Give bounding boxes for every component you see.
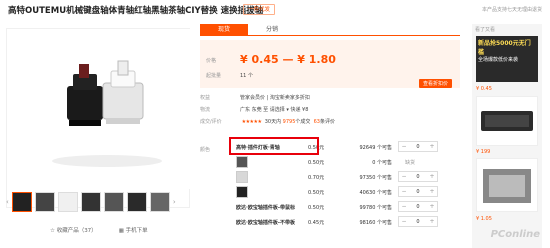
favorite-link[interactable]: ☆ 收藏产品（37） xyxy=(50,226,97,234)
minus-icon[interactable]: − xyxy=(399,188,409,195)
minus-icon[interactable]: − xyxy=(399,218,409,225)
sku-swatch[interactable] xyxy=(236,156,248,168)
sku-row[interactable]: 欧达·欧宝轴插件板-不带板 0.45元 98160 个可售 −0 + xyxy=(200,215,470,229)
sku-swatch[interactable] xyxy=(236,186,248,198)
minus-icon[interactable]: − xyxy=(399,203,409,210)
image-footer: ☆ 收藏产品（37） ▦ 手机下单 xyxy=(50,226,148,234)
sku-row[interactable]: 0.50元 40630 个可售 −0 + xyxy=(200,185,470,199)
tab-stock[interactable]: 现货 xyxy=(200,24,248,36)
promo-ad[interactable]: 新品抢5000元无门槛 全场爆款低价来袭 xyxy=(476,36,538,82)
sku-price: 0.70元 xyxy=(308,175,325,181)
highlight-box xyxy=(229,137,319,155)
sku-stock: 99780 个可售 xyxy=(359,205,393,211)
sku-stock: 97350 个可售 xyxy=(359,175,393,181)
quantity-stepper[interactable]: −0 + xyxy=(398,141,438,152)
plus-icon[interactable]: + xyxy=(427,143,437,150)
plus-icon[interactable]: + xyxy=(427,188,437,195)
quantity-stepper[interactable]: −0 + xyxy=(398,216,438,227)
rec-price: ¥ 199 xyxy=(476,149,491,155)
qrcode-icon: ▦ xyxy=(118,228,124,234)
price-box: 价格 ¥ 0.45 — ¥ 1.80 起批量 11 个 查看折扣价 xyxy=(200,40,460,88)
deal-count: 9795 xyxy=(282,119,296,125)
thumbnail[interactable] xyxy=(103,192,124,212)
out-of-stock-label: 缺货 xyxy=(405,160,416,166)
sku-name: 欧达·欧宝轴插件板-带鼠标 xyxy=(236,205,295,211)
plus-icon[interactable]: + xyxy=(427,218,437,225)
star-icon: ☆ xyxy=(50,228,55,234)
price-label: 价格 xyxy=(206,58,217,64)
thumbnail[interactable] xyxy=(80,192,101,212)
sku-stock: 40630 个可售 xyxy=(359,190,393,196)
thumbnail[interactable] xyxy=(126,192,147,212)
rating-stars: ★★★★★ xyxy=(241,119,262,125)
sku-price: 0.50元 xyxy=(308,190,325,196)
sku-row[interactable]: 0.50元 0 个可售 缺货 xyxy=(200,155,470,169)
quantity-stepper[interactable]: −0 + xyxy=(398,201,438,212)
rec-price: ¥ 1.05 xyxy=(476,216,492,222)
min-order-value: 11 个 xyxy=(240,73,253,79)
sku-price: 0.50元 xyxy=(308,205,325,211)
product-title: 高特OUTEMU机械键盘轴体青轴红轴黑轴茶轴CIY替换 速换插拔轴 xyxy=(8,6,264,16)
rec-item-switch[interactable] xyxy=(476,158,538,212)
sku-row[interactable]: 欧达·欧宝轴插件板-带鼠标 0.50元 99780 个可售 −0 + xyxy=(200,200,470,214)
sku-stock: 98160 个可售 xyxy=(359,220,393,226)
rec-item-keyboard[interactable] xyxy=(476,96,538,146)
sku-swatch[interactable] xyxy=(236,171,248,183)
plus-icon[interactable]: + xyxy=(427,203,437,210)
dropship-badge[interactable]: 一件代发 xyxy=(243,4,276,15)
recommend-sidebar: 看了又看 新品抢5000元无门槛 全场爆款低价来袭 ¥ 0.45 ¥ 199 ¥… xyxy=(472,24,542,248)
thumb-next-icon[interactable]: › xyxy=(173,198,176,206)
shipping-row[interactable]: 物流 广东 东莞 至 请选择 ▾ 快递 ¥8 xyxy=(200,106,308,113)
sku-stock: 0 个可售 xyxy=(372,160,392,166)
return-policy-note: 本产品支持七天无理由退货 xyxy=(481,7,542,13)
thumbnail[interactable] xyxy=(149,192,170,212)
thumbnail[interactable] xyxy=(57,192,78,212)
min-order-label: 起批量 xyxy=(206,73,222,79)
plus-icon[interactable]: + xyxy=(427,173,437,180)
thumbnail[interactable] xyxy=(11,192,32,212)
discount-price-button[interactable]: 查看折扣价 xyxy=(418,79,452,88)
sidebar-title: 看了又看 xyxy=(475,27,496,33)
tab-distribution[interactable]: 分销 xyxy=(248,24,296,36)
benefit-row: 权益 管家会员价 | 淘宝新卖家多折扣 xyxy=(200,95,310,101)
purchase-tabs: 现货 分销 xyxy=(200,24,460,36)
sku-stock: 92649 个可售 xyxy=(359,145,393,151)
thumbnail-strip: ‹ › xyxy=(6,190,190,214)
main-product-image[interactable] xyxy=(6,28,191,208)
rec-price: ¥ 0.45 xyxy=(476,86,492,92)
rating-row: 成交/评价 ★★★★★ 30天内 9795个成交 63条评价 xyxy=(200,119,335,125)
sku-row[interactable]: 0.70元 97350 个可售 −0 + xyxy=(200,170,470,184)
sku-price: 0.45元 xyxy=(308,220,325,226)
sku-name: 欧达·欧宝轴插件板-不带板 xyxy=(236,220,295,226)
mobile-order-link[interactable]: ▦ 手机下单 xyxy=(119,226,148,234)
thumb-prev-icon[interactable]: ‹ xyxy=(6,198,9,206)
quantity-stepper[interactable]: −0 + xyxy=(398,171,438,182)
sku-price: 0.50元 xyxy=(308,160,325,166)
watermark-logo: PConline xyxy=(490,229,540,240)
price-range: ¥ 0.45 — ¥ 1.80 xyxy=(240,53,336,66)
thumbnail[interactable] xyxy=(34,192,55,212)
minus-icon[interactable]: − xyxy=(399,143,409,150)
quantity-stepper[interactable]: −0 + xyxy=(398,186,438,197)
minus-icon[interactable]: − xyxy=(399,173,409,180)
